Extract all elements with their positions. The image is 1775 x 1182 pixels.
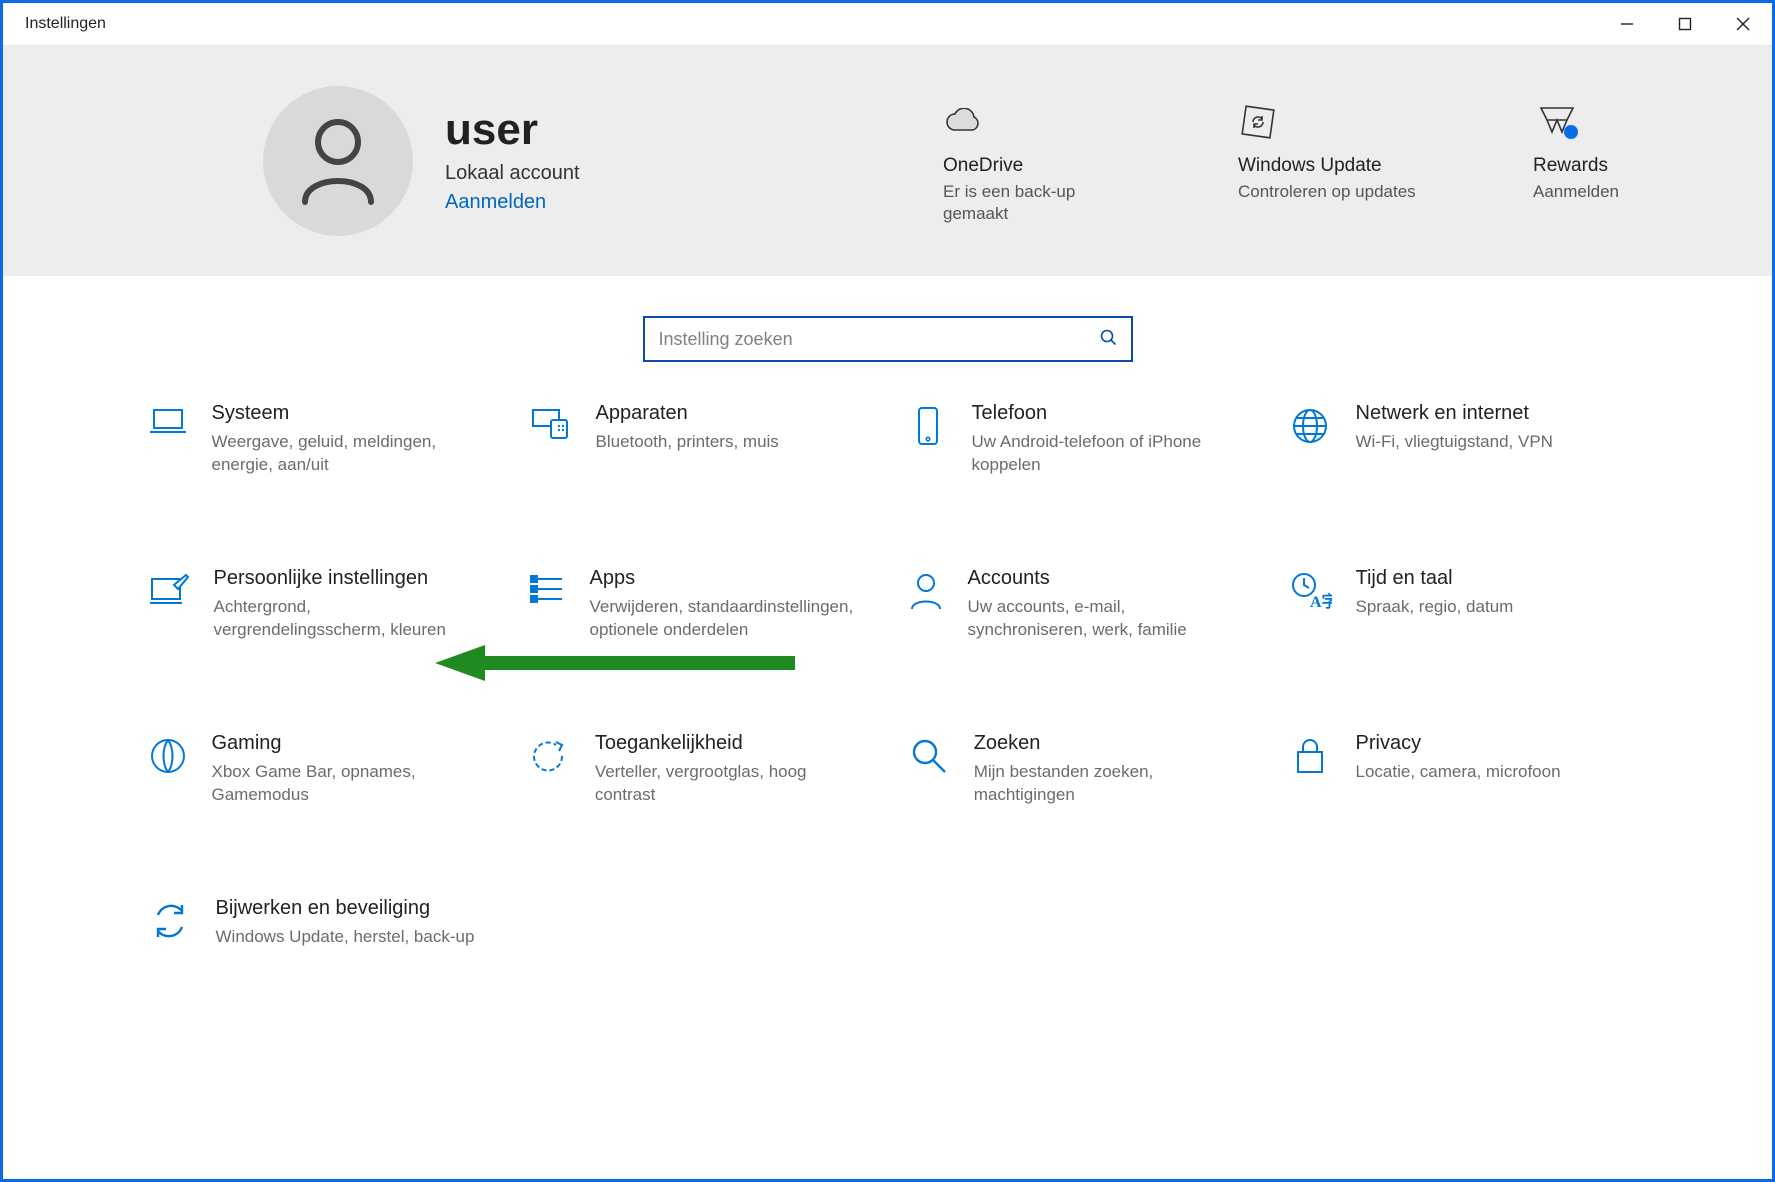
cat-sub: Windows Update, herstel, back-up (216, 926, 475, 949)
phone-icon (908, 402, 948, 446)
cat-ease-of-access[interactable]: Toegankelijkheid Verteller, vergrootglas,… (528, 732, 868, 807)
cat-sub: Mijn bestanden zoeken, machtigingen (974, 761, 1248, 807)
globe-icon (1288, 402, 1332, 446)
cat-sub: Spraak, regio, datum (1356, 596, 1514, 619)
cat-title: Apparaten (596, 402, 779, 425)
header-tiles: OneDrive Er is een back-up gemaakt Windo… (903, 97, 1718, 225)
cat-update-security[interactable]: Bijwerken en beveiliging Windows Update, … (148, 897, 488, 949)
gaming-icon (148, 732, 188, 776)
cat-title: Zoeken (974, 732, 1248, 755)
cat-title: Tijd en taal (1356, 567, 1514, 590)
cat-devices[interactable]: Apparaten Bluetooth, printers, muis (528, 402, 868, 477)
cat-title: Systeem (212, 402, 488, 425)
cat-title: Toegankelijkheid (595, 732, 868, 755)
cat-personalization[interactable]: Persoonlijke instellingen Achtergrond, ve… (148, 567, 488, 642)
cat-sub: Wi-Fi, vliegtuigstand, VPN (1356, 431, 1553, 454)
tile-sub: Er is een back-up gemaakt (943, 181, 1128, 225)
cat-sub: Verwijderen, standaardinstellingen, opti… (590, 596, 868, 642)
avatar (263, 86, 413, 236)
cat-sub: Xbox Game Bar, opnames, Gamemodus (212, 761, 488, 807)
user-block[interactable]: user Lokaal account Aanmelden (263, 86, 903, 236)
cat-apps[interactable]: Apps Verwijderen, standaardinstellingen, … (528, 567, 868, 642)
cat-title: Bijwerken en beveiliging (216, 897, 475, 920)
laptop-icon (148, 402, 188, 438)
user-info: user Lokaal account Aanmelden (445, 108, 580, 214)
close-button[interactable] (1714, 3, 1772, 45)
person-icon (297, 116, 379, 206)
titlebar: Instellingen (3, 3, 1772, 45)
close-icon (1736, 17, 1750, 31)
minimize-button[interactable] (1598, 3, 1656, 45)
cat-search[interactable]: Zoeken Mijn bestanden zoeken, machtiginge… (908, 732, 1248, 807)
cat-title: Accounts (968, 567, 1248, 590)
time-language-icon: A字 (1288, 567, 1332, 611)
cat-title: Persoonlijke instellingen (214, 567, 488, 590)
cat-title: Netwerk en internet (1356, 402, 1553, 425)
tile-rewards[interactable]: Rewards Aanmelden (1533, 97, 1718, 225)
cat-sub: Achtergrond, vergrendelingsscherm, kleur… (214, 596, 488, 642)
cat-sub: Locatie, camera, microfoon (1356, 761, 1561, 784)
user-name: user (445, 108, 580, 152)
cat-accounts[interactable]: Accounts Uw accounts, e-mail, synchronise… (908, 567, 1248, 642)
cloud-icon (943, 97, 1128, 147)
tile-label: Rewards (1533, 155, 1718, 177)
cat-title: Privacy (1356, 732, 1561, 755)
devices-icon (528, 402, 572, 442)
cat-sub: Weergave, geluid, meldingen, energie, aa… (212, 431, 488, 477)
tile-onedrive[interactable]: OneDrive Er is een back-up gemaakt (943, 97, 1128, 225)
cat-sub: Verteller, vergrootglas, hoog contrast (595, 761, 868, 807)
cat-sub: Uw Android-telefoon of iPhone koppelen (972, 431, 1248, 477)
settings-grid: Systeem Weergave, geluid, meldingen, ener… (88, 402, 1688, 949)
minimize-icon (1620, 17, 1634, 31)
tile-windows-update[interactable]: Windows Update Controleren op updates (1238, 97, 1423, 225)
tile-label: Windows Update (1238, 155, 1423, 177)
tile-label: OneDrive (943, 155, 1128, 177)
cat-title: Apps (590, 567, 868, 590)
sync-icon (148, 897, 192, 941)
account-type: Lokaal account (445, 162, 580, 185)
accessibility-icon (528, 732, 571, 776)
cat-sub: Uw accounts, e-mail, synchroniseren, wer… (968, 596, 1248, 642)
apps-icon (528, 567, 566, 607)
search-icon (1099, 328, 1117, 351)
search-wrap (3, 276, 1772, 402)
signin-link[interactable]: Aanmelden (445, 191, 580, 214)
cat-system[interactable]: Systeem Weergave, geluid, meldingen, ener… (148, 402, 488, 477)
cat-network[interactable]: Netwerk en internet Wi-Fi, vliegtuigstand… (1288, 402, 1628, 477)
cat-title: Telefoon (972, 402, 1248, 425)
account-icon (908, 567, 944, 611)
lock-icon (1288, 732, 1332, 776)
update-icon (1238, 97, 1423, 147)
cat-phone[interactable]: Telefoon Uw Android-telefoon of iPhone ko… (908, 402, 1248, 477)
cat-time-language[interactable]: A字 Tijd en taal Spraak, regio, datum (1288, 567, 1628, 642)
window-controls (1598, 3, 1772, 45)
cat-gaming[interactable]: Gaming Xbox Game Bar, opnames, Gamemodus (148, 732, 488, 807)
personalization-icon (148, 567, 190, 607)
rewards-icon (1533, 97, 1718, 147)
search-cat-icon (908, 732, 950, 776)
maximize-button[interactable] (1656, 3, 1714, 45)
header: user Lokaal account Aanmelden OneDrive E… (3, 45, 1772, 276)
window-title: Instellingen (25, 15, 106, 33)
tile-sub: Controleren op updates (1238, 181, 1423, 203)
cat-title: Gaming (212, 732, 488, 755)
maximize-icon (1678, 17, 1692, 31)
cat-privacy[interactable]: Privacy Locatie, camera, microfoon (1288, 732, 1628, 807)
search-box[interactable] (643, 316, 1133, 362)
cat-sub: Bluetooth, printers, muis (596, 431, 779, 454)
search-input[interactable] (659, 329, 1099, 350)
tile-sub: Aanmelden (1533, 181, 1718, 203)
svg-text:A字: A字 (1310, 592, 1332, 611)
